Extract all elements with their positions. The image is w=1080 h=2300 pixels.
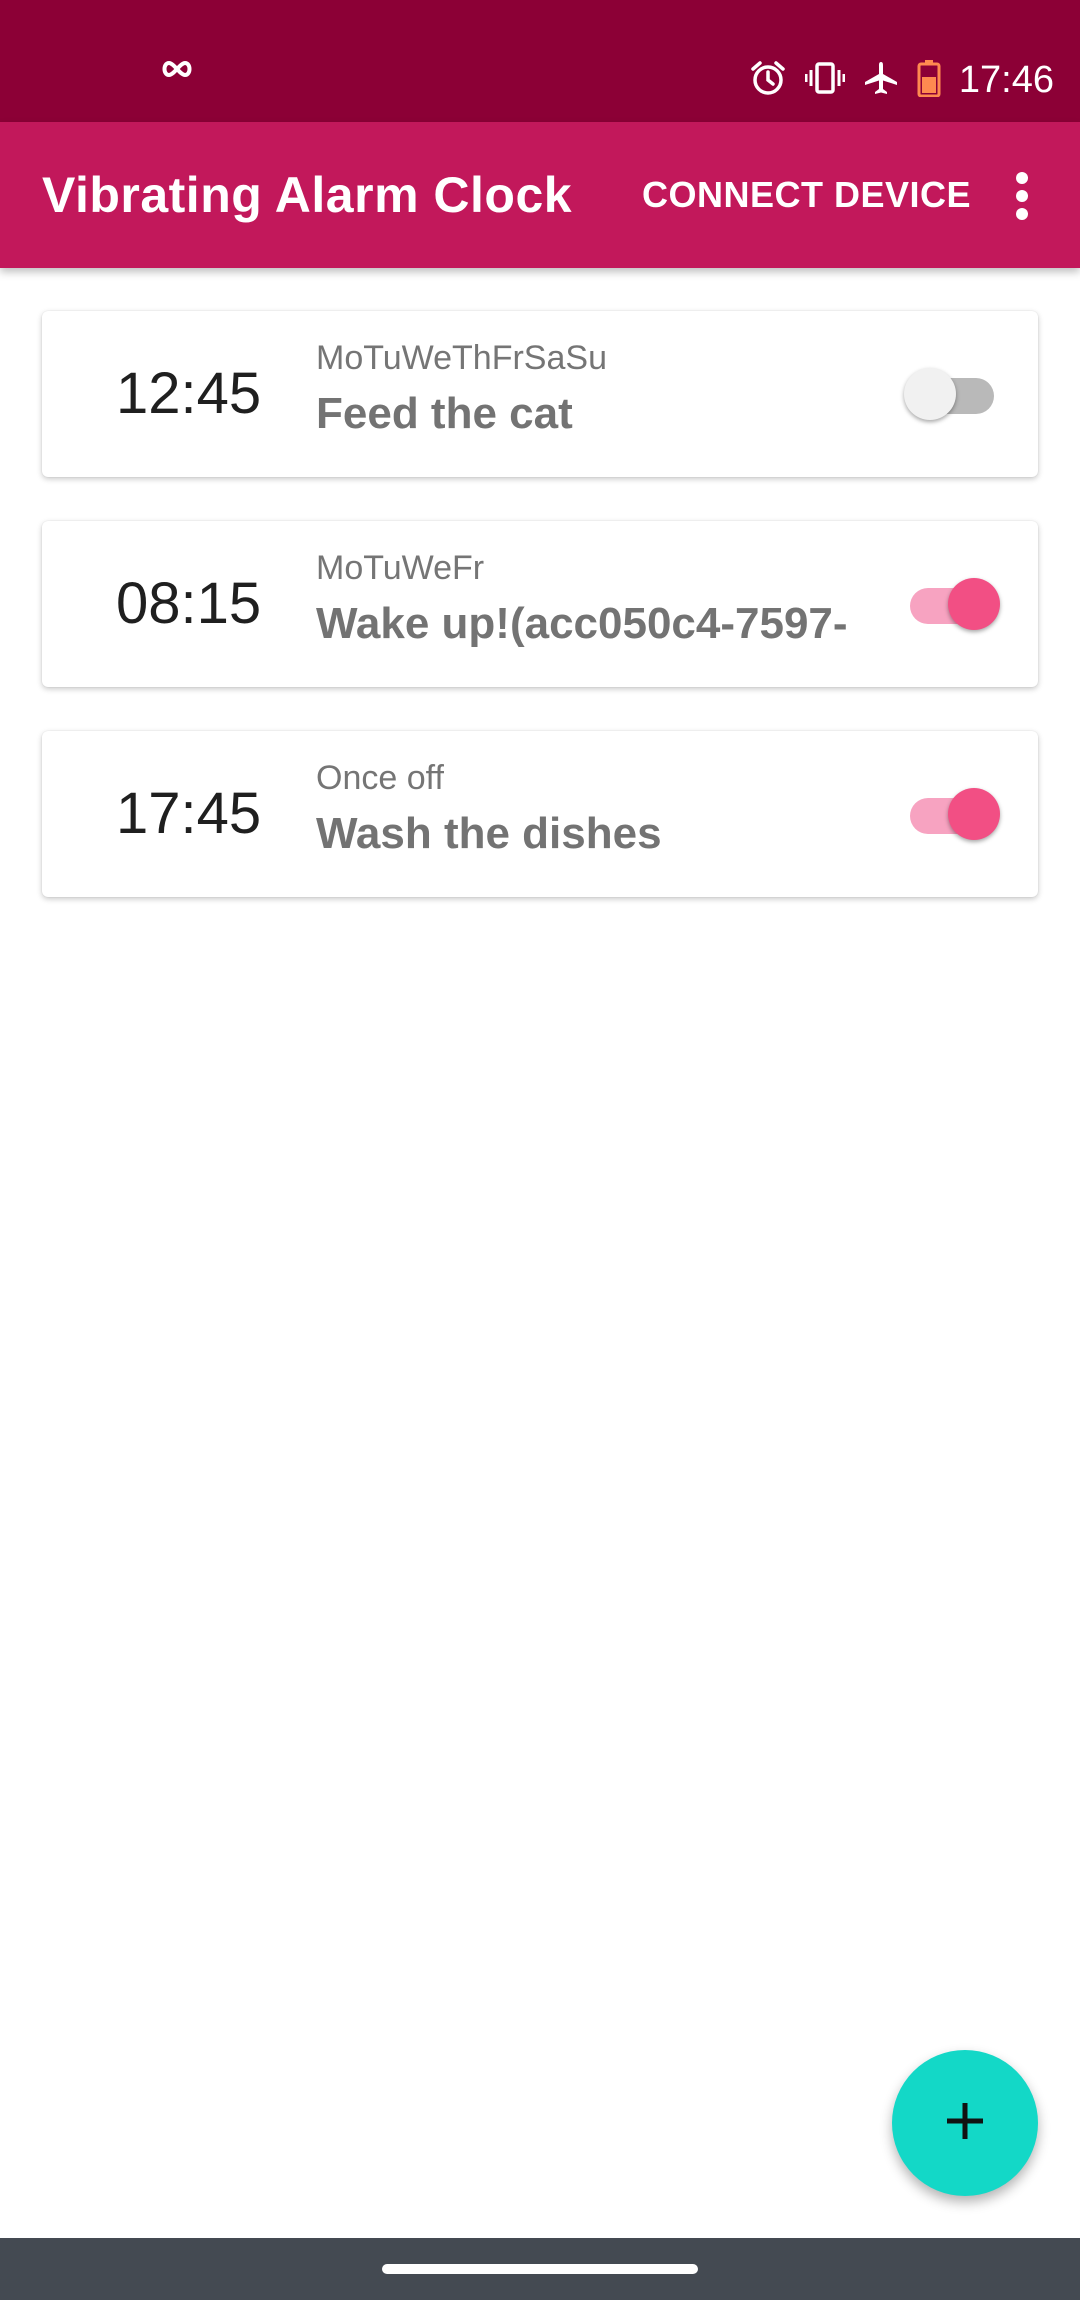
status-time: 17:46 [958, 58, 1054, 101]
alarm-days: MoTuWeFr [316, 549, 485, 587]
toggle-thumb [904, 368, 956, 420]
add-alarm-button[interactable] [892, 2050, 1038, 2196]
toggle-thumb [948, 788, 1000, 840]
battery-saver-icon [917, 59, 941, 102]
alarm-card[interactable]: 17:45 Once off Wash the dishes [42, 731, 1038, 897]
alarm-label: Wash the dishes [316, 809, 662, 858]
alarm-label: Feed the cat [316, 389, 573, 438]
alarm-icon [749, 59, 787, 102]
more-vert-icon[interactable] [1000, 166, 1044, 226]
add-icon [943, 2099, 987, 2148]
infinity-icon [160, 60, 194, 83]
alarm-days: MoTuWeThFrSaSu [316, 339, 607, 377]
alarm-list: 12:45 MoTuWeThFrSaSu Feed the cat 08:15 … [42, 311, 1038, 941]
alarm-toggle[interactable] [904, 576, 1000, 632]
vibrate-icon [804, 60, 846, 101]
app-title: Vibrating Alarm Clock [42, 167, 573, 223]
home-indicator[interactable] [382, 2264, 698, 2274]
alarm-days: Once off [316, 759, 444, 797]
alarm-time: 17:45 [116, 781, 262, 846]
navigation-bar [0, 2238, 1080, 2300]
status-icons: 17:46 [749, 52, 1054, 108]
app-bar: Vibrating Alarm Clock CONNECT DEVICE [0, 122, 1080, 268]
alarm-time: 08:15 [116, 571, 262, 636]
alarm-label: Wake up!(acc050c4-7597- [316, 599, 848, 648]
airplane-mode-icon [863, 60, 899, 101]
alarm-time: 12:45 [116, 361, 262, 426]
connect-device-button[interactable]: CONNECT DEVICE [642, 122, 971, 268]
status-bar: 17:46 [0, 0, 1080, 122]
alarm-toggle[interactable] [904, 786, 1000, 842]
alarm-card[interactable]: 08:15 MoTuWeFr Wake up!(acc050c4-7597- [42, 521, 1038, 687]
alarm-card[interactable]: 12:45 MoTuWeThFrSaSu Feed the cat [42, 311, 1038, 477]
alarm-toggle[interactable] [904, 366, 1000, 422]
toggle-thumb [948, 578, 1000, 630]
